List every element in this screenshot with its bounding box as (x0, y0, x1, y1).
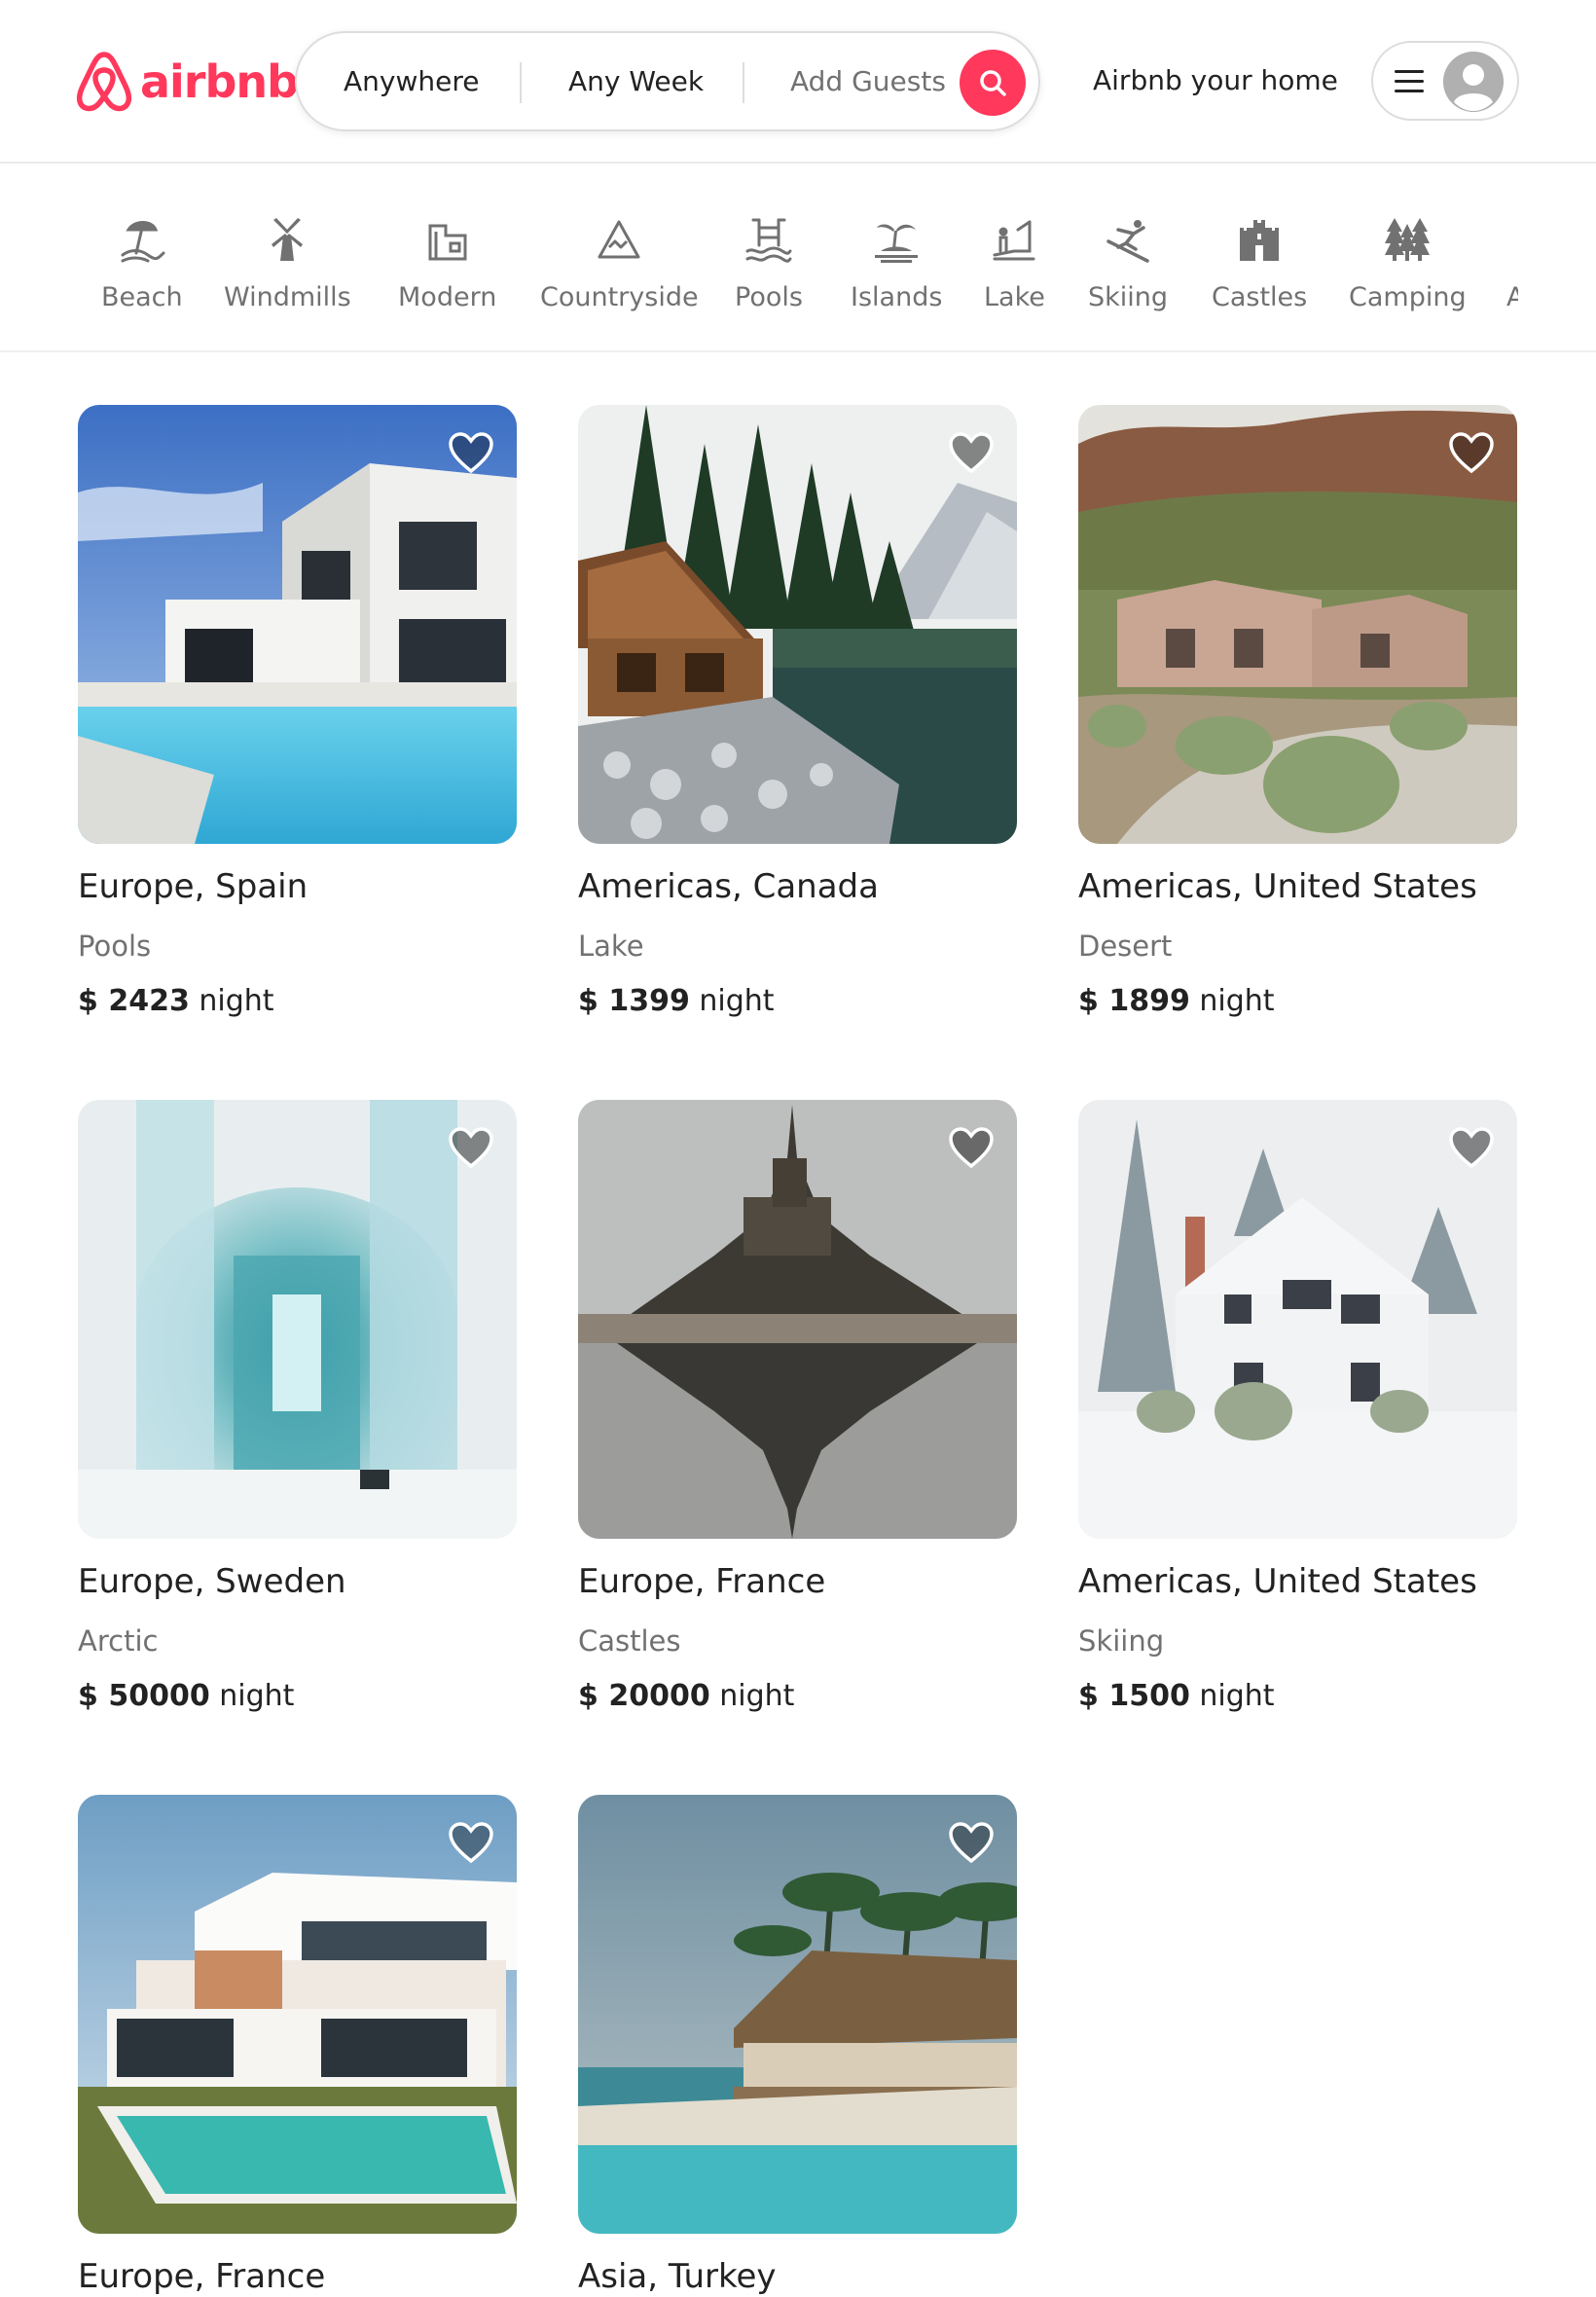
pool-icon (744, 214, 794, 265)
host-link[interactable]: Airbnb your home (1093, 64, 1338, 96)
listing-location: Europe, Sweden (78, 1562, 346, 1601)
category-camping[interactable]: Camping (1349, 214, 1467, 312)
windmill-icon (262, 214, 312, 265)
listing-category: Skiing (1078, 1624, 1165, 1658)
listing-card[interactable]: Europe, France Castles $ 20000 night (578, 1100, 1017, 1713)
listing-location: Asia, Turkey (578, 2257, 777, 2296)
listing-price: $ 1500 night (1078, 1679, 1275, 1713)
category-beach[interactable]: Beach (101, 214, 183, 312)
heart-icon[interactable] (447, 1125, 495, 1170)
location-filter[interactable]: Anywhere (344, 65, 479, 97)
listing-card[interactable]: Americas, United States Skiing $ 1500 ni… (1078, 1100, 1517, 1713)
listing-location: Europe, France (578, 1562, 826, 1601)
skiing-icon (1103, 214, 1153, 265)
beach-icon (117, 214, 167, 265)
listing-location: Americas, United States (1078, 867, 1477, 906)
heart-icon[interactable] (447, 1820, 495, 1865)
heart-icon[interactable] (947, 1820, 996, 1865)
listing-location: Europe, Spain (78, 867, 308, 906)
listing-price: $ 1399 night (578, 984, 775, 1018)
listing-photo[interactable] (78, 1100, 517, 1539)
category-more[interactable]: A (1506, 214, 1518, 312)
category-countryside[interactable]: Countryside (540, 214, 699, 312)
user-menu-button[interactable] (1371, 41, 1519, 121)
listing-photo[interactable] (578, 1100, 1017, 1539)
heart-icon[interactable] (947, 1125, 996, 1170)
search-icon (980, 70, 1006, 96)
heart-icon[interactable] (947, 430, 996, 475)
listing-category: Arctic (78, 1624, 159, 1658)
logo-wordmark: airbnb (140, 55, 299, 108)
airbnb-logo[interactable]: airbnb (76, 51, 299, 113)
listing-location: Americas, United States (1078, 1562, 1477, 1601)
category-modern[interactable]: Modern (398, 214, 496, 312)
listing-category: Castles (578, 1624, 681, 1658)
search-button[interactable] (960, 50, 1026, 116)
lake-icon (989, 214, 1039, 265)
hamburger-icon (1395, 70, 1424, 93)
listing-card[interactable]: Asia, Turkey (578, 1795, 1017, 2296)
listing-card[interactable]: Europe, Sweden Arctic $ 50000 night (78, 1100, 517, 1713)
listing-price: $ 2423 night (78, 984, 274, 1018)
listing-price: $ 1899 night (1078, 984, 1275, 1018)
listing-card[interactable]: Americas, United States Desert $ 1899 ni… (1078, 405, 1517, 1018)
search-divider (520, 62, 522, 103)
search-bar[interactable]: Anywhere Any Week Add Guests (295, 31, 1040, 131)
island-icon (871, 214, 922, 265)
guests-filter[interactable]: Add Guests (790, 65, 946, 97)
date-filter[interactable]: Any Week (568, 65, 704, 97)
listing-location: Europe, France (78, 2257, 326, 2296)
castle-icon (1234, 214, 1285, 265)
camping-icon (1382, 214, 1433, 265)
more-icon (1506, 214, 1518, 265)
listing-card[interactable]: Europe, France (78, 1795, 517, 2296)
listing-card[interactable]: Americas, Canada Lake $ 1399 night (578, 405, 1017, 1018)
airbnb-logo-icon (76, 52, 132, 112)
category-castles[interactable]: Castles (1212, 214, 1307, 312)
listing-photo[interactable] (578, 405, 1017, 844)
listing-location: Americas, Canada (578, 867, 879, 906)
listing-photo[interactable] (1078, 405, 1517, 844)
user-icon (1443, 52, 1504, 112)
listing-photo[interactable] (78, 405, 517, 844)
category-windmills[interactable]: Windmills (224, 214, 351, 312)
listing-category: Pools (78, 930, 152, 963)
listing-photo[interactable] (78, 1795, 517, 2234)
search-divider (743, 62, 744, 103)
listing-card[interactable]: Europe, Spain Pools $ 2423 night (78, 405, 517, 1018)
listing-photo[interactable] (578, 1795, 1017, 2234)
listing-category: Lake (578, 930, 644, 963)
top-header: airbnb Anywhere Any Week Add Guests Airb… (0, 0, 1596, 164)
heart-icon[interactable] (447, 430, 495, 475)
mountain-icon (594, 214, 644, 265)
category-lake[interactable]: Lake (984, 214, 1045, 312)
listing-photo[interactable] (1078, 1100, 1517, 1539)
modern-house-icon (422, 214, 473, 265)
listing-category: Desert (1078, 930, 1173, 963)
listing-price: $ 20000 night (578, 1679, 795, 1713)
category-pools[interactable]: Pools (735, 214, 803, 312)
heart-icon[interactable] (1447, 1125, 1496, 1170)
listing-price: $ 50000 night (78, 1679, 295, 1713)
category-islands[interactable]: Islands (851, 214, 942, 312)
heart-icon[interactable] (1447, 430, 1496, 475)
category-skiing[interactable]: Skiing (1088, 214, 1168, 312)
category-bar: Beach Windmills Modern Countryside Pools… (0, 165, 1596, 352)
avatar (1443, 52, 1504, 112)
